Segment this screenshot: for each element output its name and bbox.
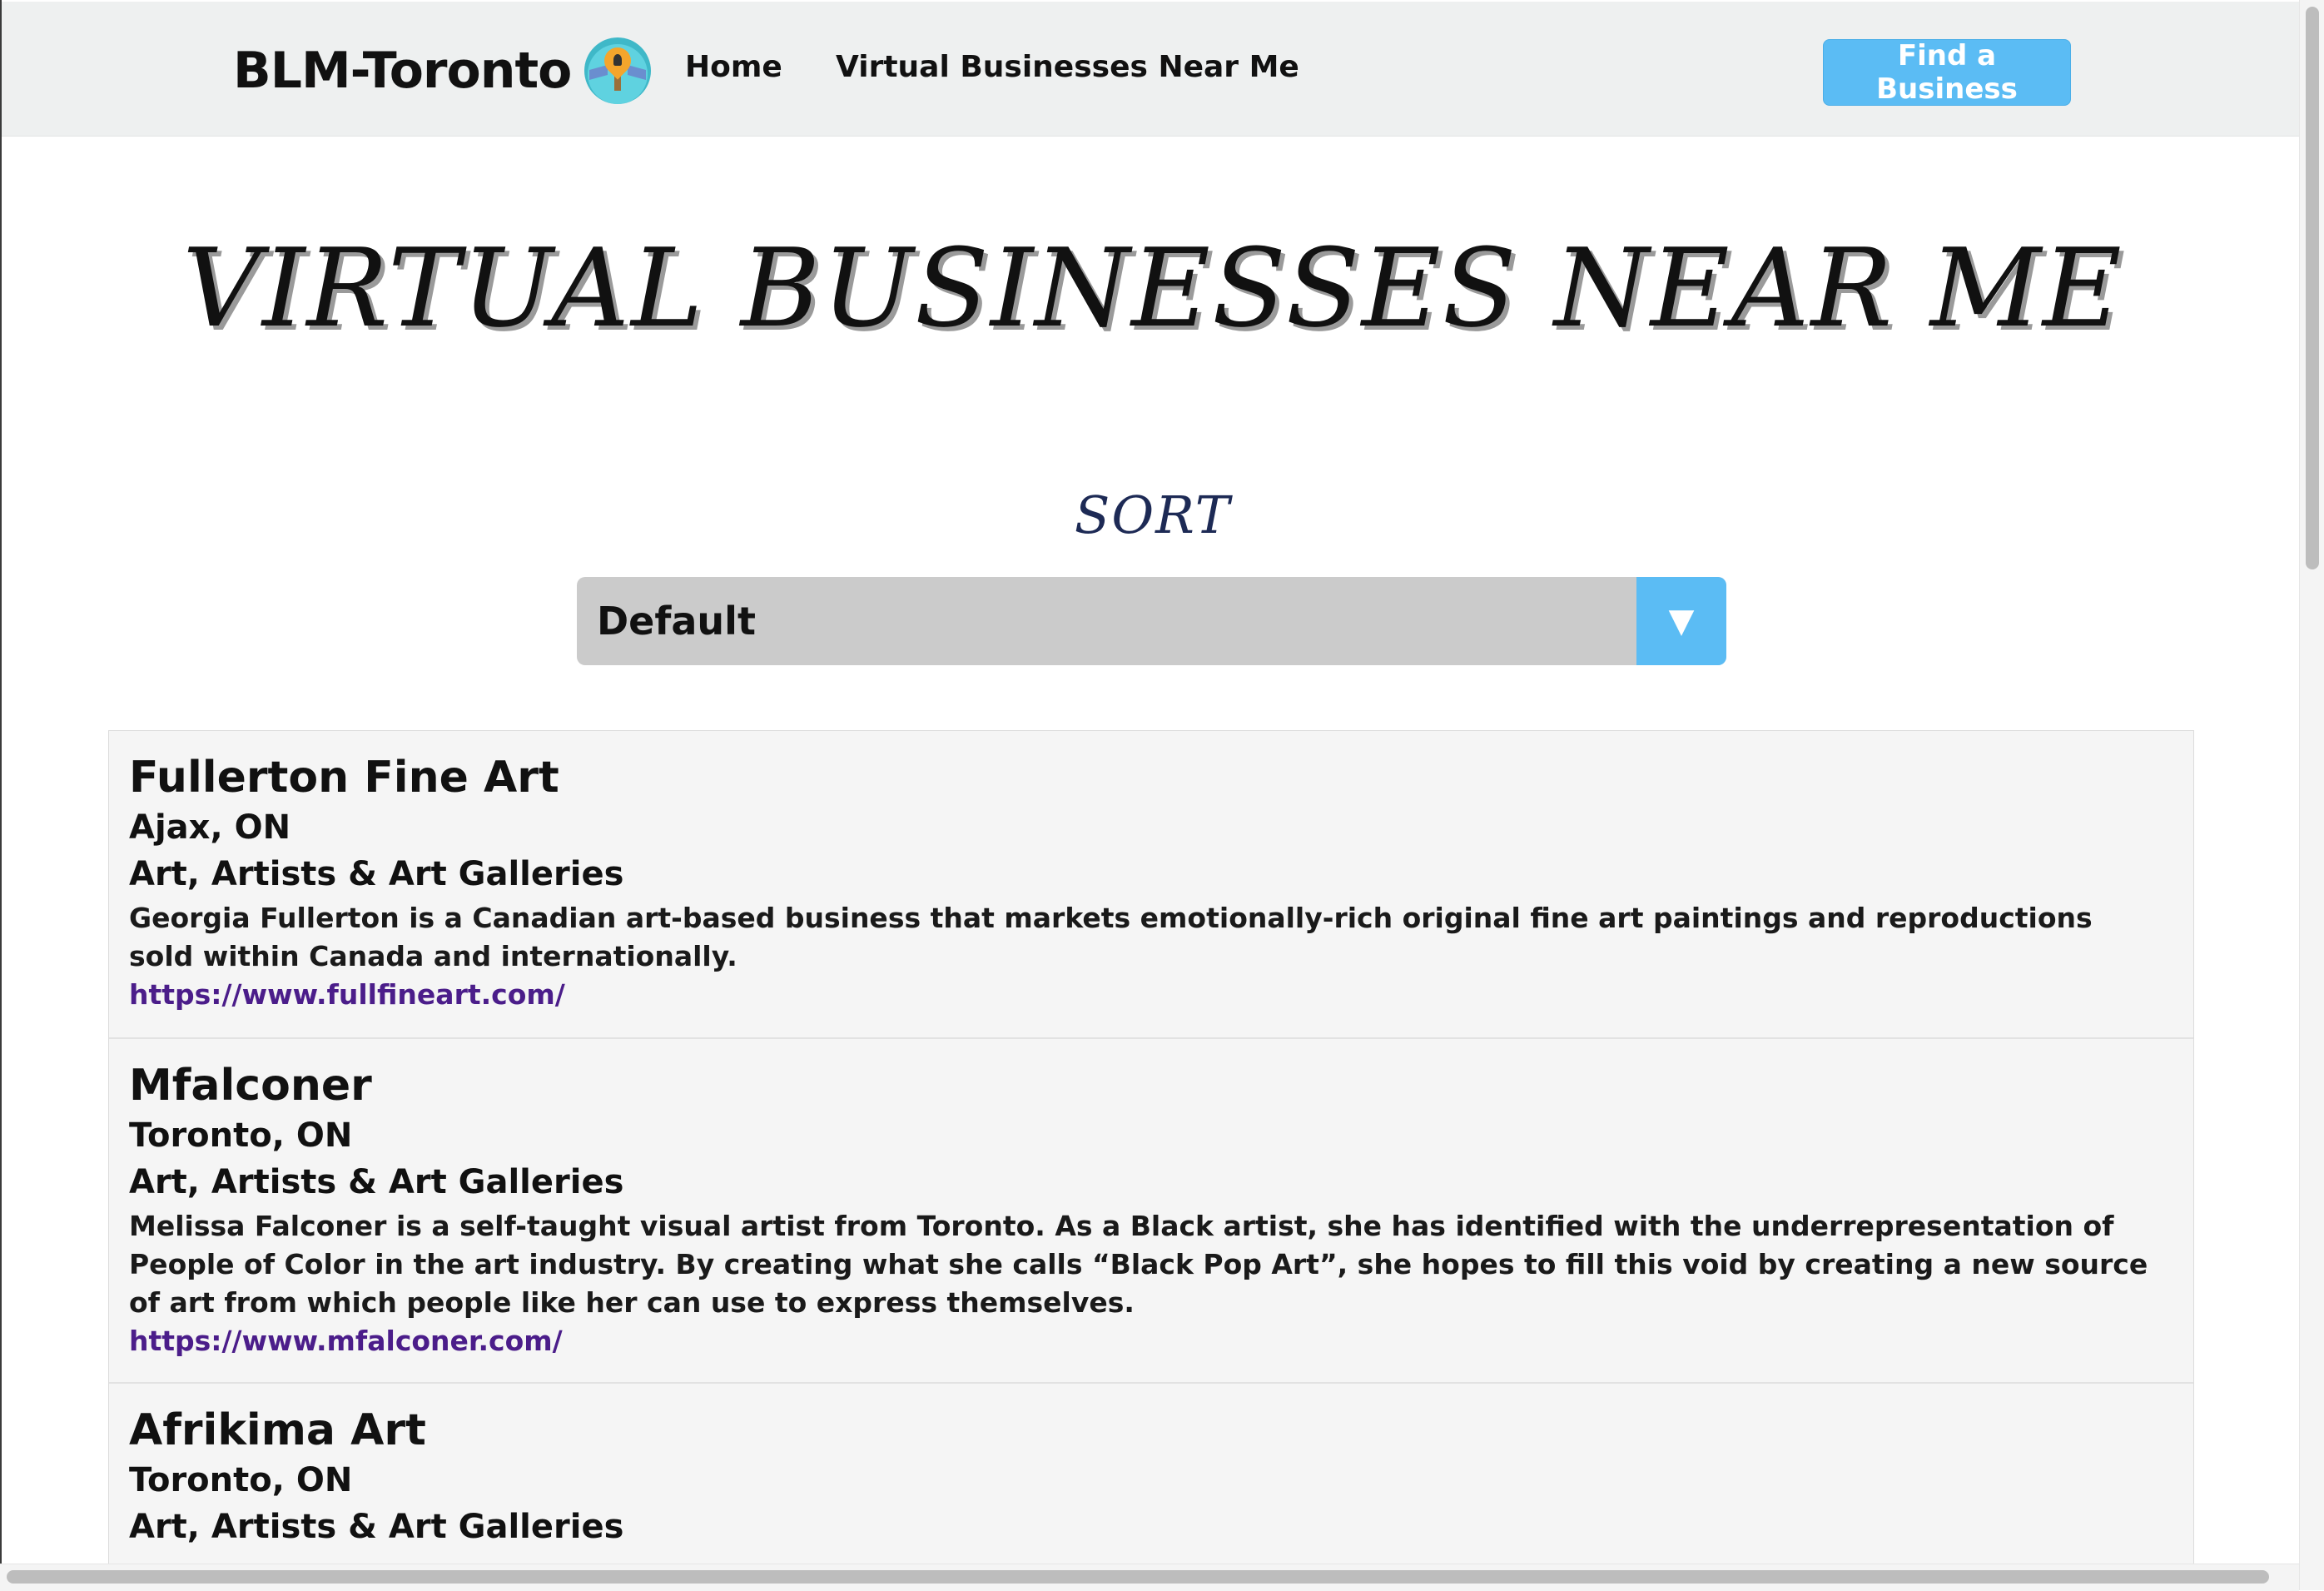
- brand-logo-icon: [584, 37, 652, 104]
- nav-virtual-businesses-link[interactable]: Virtual Businesses Near Me: [836, 50, 1299, 84]
- logo-pin-dot: [613, 54, 623, 66]
- sort-label: SORT: [1074, 485, 1232, 545]
- business-name: Mfalconer: [129, 1061, 372, 1111]
- business-category: Art, Artists & Art Galleries: [129, 1508, 624, 1546]
- nav-home-link[interactable]: Home: [685, 50, 782, 84]
- dropdown-arrow-icon[interactable]: ▼: [1636, 577, 1726, 665]
- business-location: Toronto, ON: [129, 1461, 353, 1499]
- logo-flag-right: [628, 65, 647, 80]
- business-card: Fullerton Fine Art Ajax, ON Art, Artists…: [109, 731, 2193, 1039]
- brand-name: BLM-Toronto: [233, 42, 572, 100]
- business-location: Ajax, ON: [129, 808, 291, 847]
- business-name: Fullerton Fine Art: [129, 753, 559, 803]
- business-card: Afrikima Art Toronto, ON Art, Artists & …: [109, 1384, 2193, 1564]
- vertical-scrollbar-thumb[interactable]: [2306, 7, 2319, 569]
- business-website-link[interactable]: https://www.fullfineart.com/: [129, 976, 565, 1014]
- business-category: Art, Artists & Art Galleries: [129, 855, 624, 893]
- business-name: Afrikima Art: [129, 1405, 426, 1455]
- business-card: Mfalconer Toronto, ON Art, Artists & Art…: [109, 1039, 2193, 1384]
- business-description: Georgia Fullerton is a Canadian art-base…: [129, 902, 2093, 972]
- business-list: Fullerton Fine Art Ajax, ON Art, Artists…: [108, 730, 2194, 1564]
- page-title: VIRTUAL BUSINESSES NEAR ME: [182, 225, 2123, 351]
- business-description: Melissa Falconer is a self-taught visual…: [129, 1210, 2148, 1319]
- business-location: Toronto, ON: [129, 1116, 353, 1155]
- horizontal-scrollbar-thumb[interactable]: [7, 1570, 2269, 1584]
- sort-selected-value: Default: [597, 599, 756, 644]
- navbar: BLM-Toronto Home Virtual Businesses Near…: [2, 2, 2299, 137]
- sort-select[interactable]: Default ▼: [577, 577, 1726, 665]
- business-category: Art, Artists & Art Galleries: [129, 1163, 624, 1201]
- find-business-button[interactable]: Find a Business: [1823, 39, 2071, 106]
- brand-link[interactable]: BLM-Toronto: [233, 32, 652, 110]
- business-website-link[interactable]: https://www.mfalconer.com/: [129, 1322, 563, 1360]
